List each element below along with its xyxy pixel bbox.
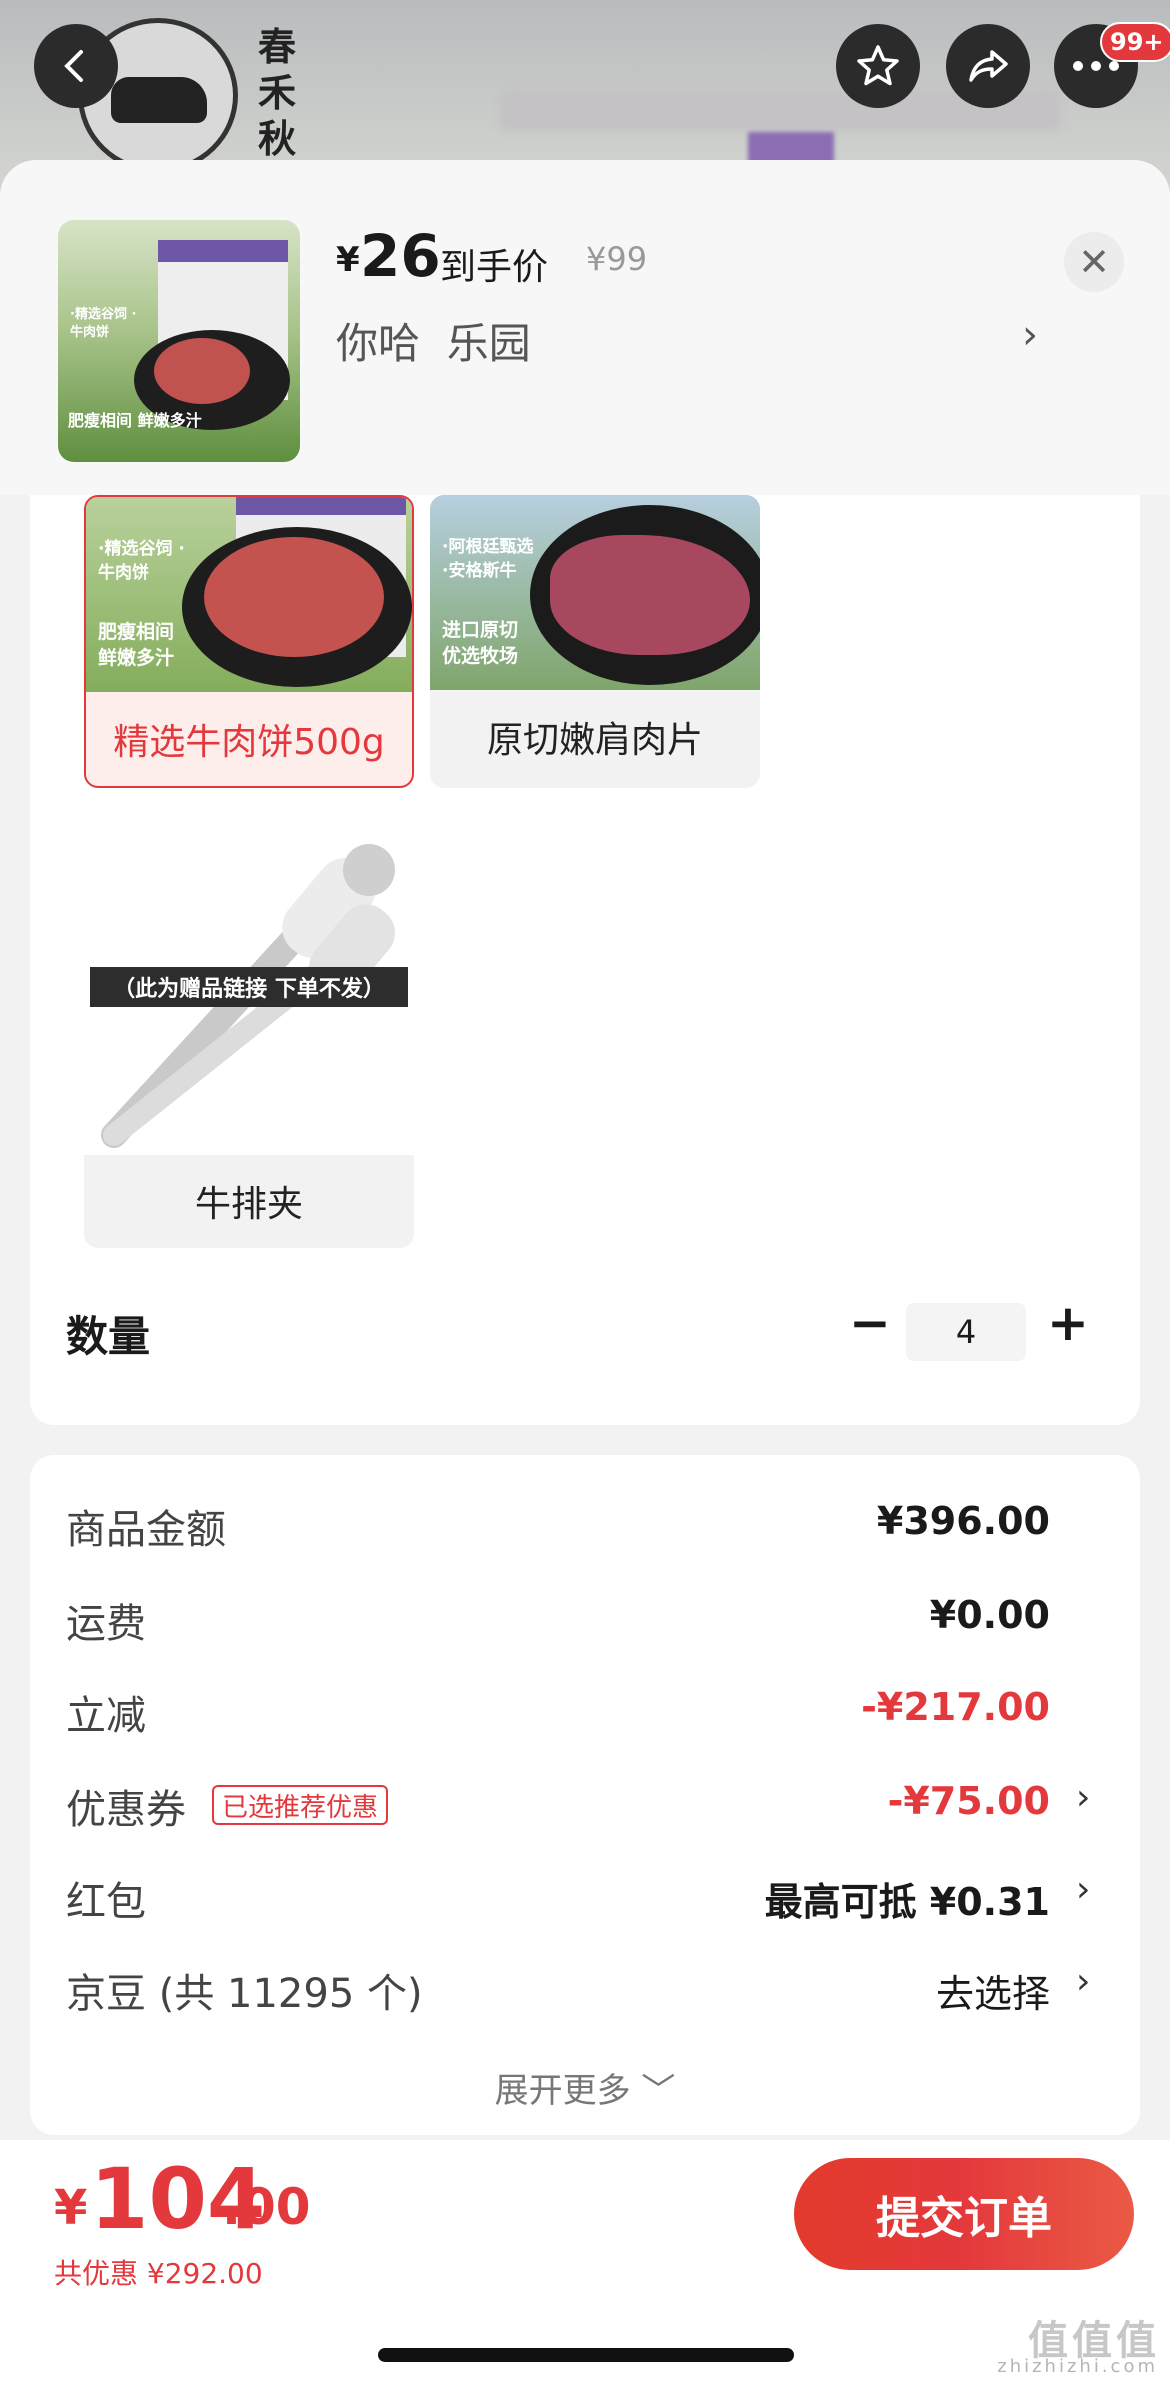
option-steak-tongs[interactable]: （此为赠品链接 下单不发） 牛排夹 bbox=[84, 825, 414, 1248]
home-indicator bbox=[378, 2348, 794, 2362]
jingdou-value[interactable]: 去选择 bbox=[936, 1963, 1050, 2018]
submit-order-button[interactable]: 提交订单 bbox=[794, 2158, 1134, 2270]
more-icon bbox=[1073, 61, 1119, 71]
close-button[interactable]: ✕ bbox=[1064, 232, 1124, 292]
shipping-value: ¥0.00 bbox=[929, 1593, 1050, 1637]
quantity-decrease-button[interactable]: − bbox=[842, 1293, 898, 1353]
final-price-label: 到手价 bbox=[440, 247, 549, 288]
chevron-right-icon[interactable]: › bbox=[1022, 312, 1038, 358]
subtotal-value: ¥396.00 bbox=[876, 1499, 1050, 1543]
option-image: ·阿根廷甄选 ·安格斯牛 进口原切 优选牧场 bbox=[430, 495, 760, 690]
total-amount-decimal: .00 bbox=[222, 2178, 311, 2236]
instant-discount-value: -¥217.00 bbox=[861, 1685, 1050, 1729]
message-count-badge: 99+ bbox=[1100, 22, 1170, 62]
price-currency: ¥ bbox=[336, 240, 360, 280]
quantity-label: 数量 bbox=[66, 1312, 151, 1361]
option-image-tag: ·精选谷饲 ·牛肉饼 bbox=[98, 539, 185, 583]
thumbnail-tag: ·精选谷饲 ·牛肉饼 bbox=[70, 307, 137, 340]
option-image: ·精选谷饲 ·牛肉饼 肥瘦相间 鲜嫩多汁 bbox=[86, 497, 412, 692]
gift-notice-banner: （此为赠品链接 下单不发） bbox=[90, 967, 408, 1007]
option-beef-patty[interactable]: ·精选谷饲 ·牛肉饼 肥瘦相间 鲜嫩多汁 精选牛肉饼500g bbox=[84, 495, 414, 788]
favorite-button[interactable] bbox=[836, 24, 920, 108]
close-icon: ✕ bbox=[1078, 240, 1110, 284]
plus-icon: + bbox=[1047, 1294, 1089, 1352]
selected-product-thumbnail: ·精选谷饲 ·牛肉饼 肥瘦相间 鲜嫩多汁 bbox=[58, 220, 300, 462]
option-image-footer: 肥瘦相间 鲜嫩多汁 bbox=[98, 621, 175, 669]
red-packet-label: 红包 bbox=[66, 1879, 146, 1925]
red-packet-chevron-icon[interactable]: › bbox=[1076, 1869, 1090, 1910]
option-image-tag: ·阿根廷甄选 ·安格斯牛 bbox=[442, 537, 534, 581]
quantity-increase-button[interactable]: + bbox=[1040, 1293, 1096, 1353]
red-packet-value[interactable]: 最高可抵 ¥0.31 bbox=[765, 1871, 1050, 1926]
coupon-label: 优惠券 bbox=[66, 1787, 186, 1833]
option-image-footer: 进口原切 优选牧场 bbox=[442, 619, 519, 667]
share-icon bbox=[969, 50, 1008, 82]
option-image: （此为赠品链接 下单不发） bbox=[84, 825, 414, 1155]
option-label: 牛排夹 bbox=[194, 1184, 303, 1225]
option-shoulder-slices[interactable]: ·阿根廷甄选 ·安格斯牛 进口原切 优选牧场 原切嫩肩肉片 bbox=[430, 495, 760, 788]
minus-icon: − bbox=[849, 1294, 891, 1352]
coupon-value[interactable]: -¥75.00 bbox=[888, 1779, 1050, 1823]
original-price: ¥99 bbox=[586, 240, 648, 278]
share-button[interactable] bbox=[946, 24, 1030, 108]
thumbnail-footer: 肥瘦相间 鲜嫩多汁 bbox=[68, 411, 202, 430]
price-breakdown-card: 商品金额 ¥396.00 运费 ¥0.00 立减 -¥217.00 优惠券 已选… bbox=[30, 1455, 1140, 2135]
expand-more-button[interactable]: 展开更多 ﹀ bbox=[30, 2063, 1140, 2112]
back-button[interactable] bbox=[34, 24, 118, 108]
coupon-chevron-icon[interactable]: › bbox=[1076, 1777, 1090, 1818]
total-savings: 共优惠 ¥292.00 bbox=[54, 2257, 263, 2290]
shipping-label: 运费 bbox=[66, 1601, 146, 1647]
back-icon bbox=[64, 50, 83, 82]
checkout-bar: ¥ 104 .00 共优惠 ¥292.00 提交订单 值值值 zhizhizhi… bbox=[0, 2140, 1170, 2391]
star-icon bbox=[857, 45, 899, 86]
selection-summary: ·精选谷饲 ·牛肉饼 肥瘦相间 鲜嫩多汁 ¥ 26 到手价 ¥99 你哈 乐园 … bbox=[0, 160, 1170, 495]
quantity-input[interactable]: 4 bbox=[906, 1303, 1026, 1361]
jingdou-label: 京豆 (共 11295 个) bbox=[66, 1971, 423, 2017]
final-price: 26 bbox=[360, 222, 441, 290]
total-currency: ¥ bbox=[54, 2180, 88, 2236]
watermark-url: zhizhizhi.com bbox=[997, 2356, 1158, 2377]
option-label: 精选牛肉饼500g bbox=[113, 722, 385, 763]
cow-logo-icon bbox=[111, 77, 207, 123]
coupon-recommend-tag: 已选推荐优惠 bbox=[212, 1785, 389, 1825]
instant-discount-label: 立减 bbox=[66, 1693, 146, 1739]
jingdou-chevron-icon[interactable]: › bbox=[1076, 1961, 1090, 2002]
subtotal-label: 商品金额 bbox=[66, 1507, 226, 1553]
selected-spec-text[interactable]: 你哈 乐园 bbox=[336, 310, 531, 371]
option-label: 原切嫩肩肉片 bbox=[486, 720, 703, 761]
spec-selection-card: ·精选谷饲 ·牛肉饼 肥瘦相间 鲜嫩多汁 精选牛肉饼500g ·阿根廷甄选 ·安… bbox=[30, 495, 1140, 1425]
